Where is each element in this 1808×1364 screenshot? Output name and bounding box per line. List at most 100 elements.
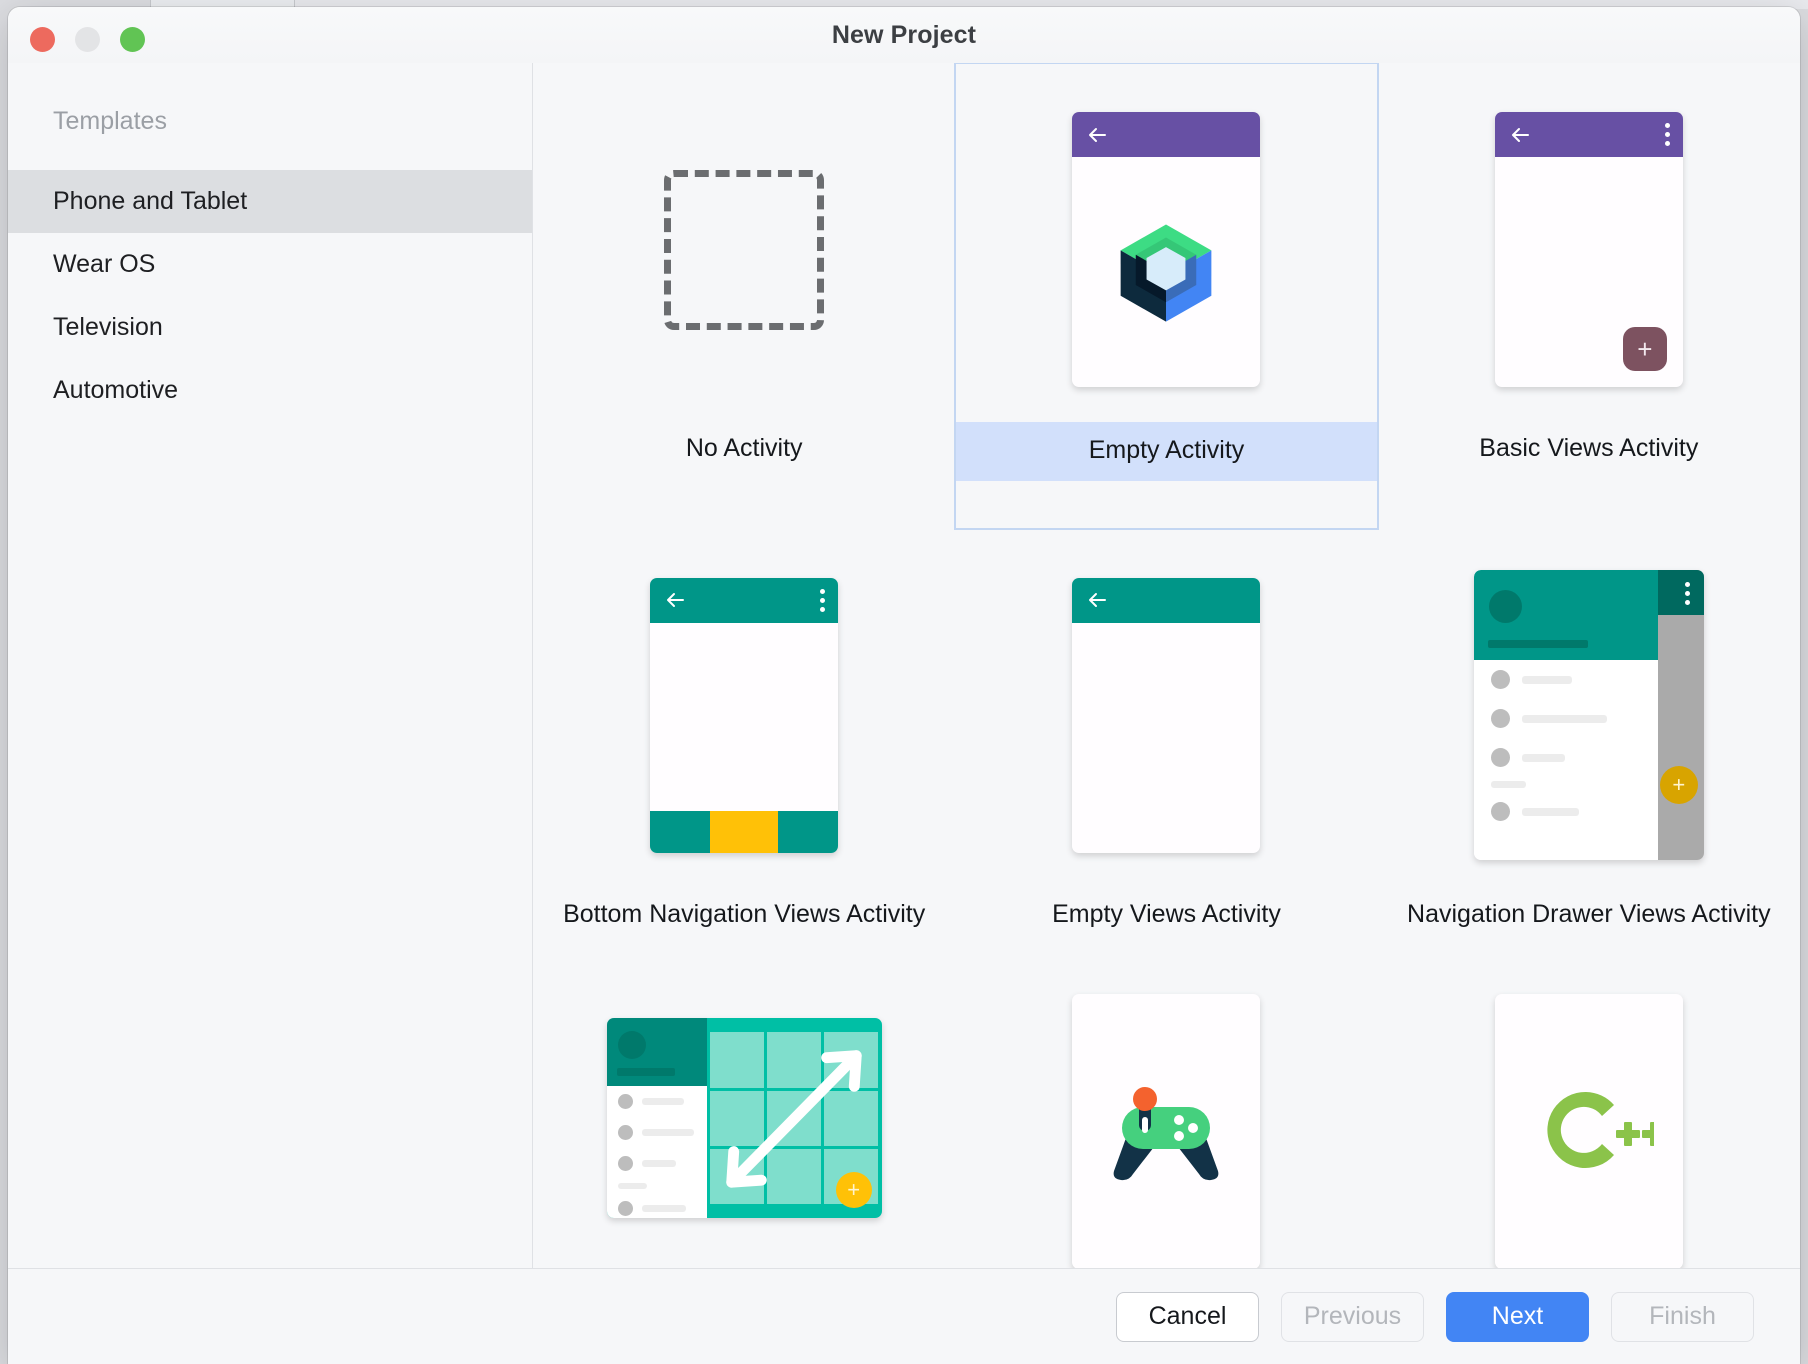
sidebar-heading: Templates: [8, 63, 532, 136]
side-nav-item-icon: [618, 1125, 633, 1140]
thumbnail: +: [1378, 543, 1800, 888]
template-label: Empty Views Activity: [955, 888, 1377, 929]
back-arrow-icon: [663, 588, 687, 612]
drawer-item-label: [1522, 715, 1607, 723]
app-bar: [1495, 112, 1683, 157]
floating-action-button: +: [1623, 327, 1667, 371]
sidebar-item-television[interactable]: Television: [8, 296, 532, 359]
thumbnail: +: [533, 990, 955, 1220]
finish-button[interactable]: Finish: [1611, 1292, 1754, 1342]
template-card-no-activity[interactable]: No Activity: [533, 63, 955, 529]
floating-action-button: +: [1660, 766, 1698, 804]
side-nav-header: [607, 1018, 707, 1086]
side-navigation: [607, 1018, 707, 1218]
overflow-menu-icon: [820, 589, 825, 612]
drawer-item-icon: [1491, 670, 1510, 689]
thumbnail: +: [1378, 77, 1800, 422]
side-nav-item: [607, 1117, 707, 1148]
template-card-game-activity[interactable]: [955, 976, 1377, 1268]
side-nav-item-label: [642, 1205, 686, 1212]
template-card-bottom-navigation-views-activity[interactable]: Bottom Navigation Views Activity: [533, 529, 955, 977]
cpp-logo-icon: [1524, 1082, 1654, 1182]
new-project-dialog: New Project Templates Phone and Tablet W…: [8, 7, 1800, 1364]
phone-preview: +: [1474, 570, 1704, 860]
bottom-navigation-bar: [650, 811, 838, 853]
template-label: Bottom Navigation Views Activity: [533, 888, 955, 929]
template-grid: No Activity: [533, 63, 1800, 1268]
sidebar-item-label: Automotive: [53, 376, 178, 405]
drawer-app-bar-strip: [1658, 570, 1704, 615]
sidebar-item-wear-os[interactable]: Wear OS: [8, 233, 532, 296]
avatar: [1489, 590, 1522, 623]
back-arrow-icon: [1085, 588, 1109, 612]
sidebar-item-automotive[interactable]: Automotive: [8, 359, 532, 422]
app-bar: [1072, 112, 1260, 157]
thumbnail: [955, 543, 1377, 888]
navigation-drawer: [1474, 570, 1658, 860]
template-card-basic-views-activity[interactable]: + Basic Views Activity: [1378, 63, 1800, 529]
title-bar: New Project: [8, 7, 1800, 63]
drawer-item-label: [1522, 754, 1565, 762]
overflow-menu-icon: [1665, 123, 1670, 146]
thumbnail: [533, 77, 955, 422]
side-nav-item-label: [642, 1129, 694, 1136]
side-nav-header-bar: [617, 1068, 675, 1076]
side-nav-item: [607, 1148, 707, 1179]
side-nav-item: [607, 1086, 707, 1117]
next-button[interactable]: Next: [1446, 1292, 1589, 1342]
cancel-button[interactable]: Cancel: [1116, 1292, 1259, 1342]
side-nav-item: [607, 1193, 707, 1218]
jetpack-compose-logo-icon: [1112, 218, 1220, 326]
phone-preview: [1495, 994, 1683, 1268]
sidebar-list: Phone and Tablet Wear OS Television Auto…: [8, 170, 532, 422]
app-bar: [1072, 578, 1260, 623]
drawer-item: [1474, 738, 1658, 777]
phone-preview: [1072, 112, 1260, 387]
phone-preview: [1072, 994, 1260, 1268]
sidebar-item-label: Phone and Tablet: [53, 187, 247, 216]
drawer-item: [1474, 660, 1658, 699]
back-arrow-icon: [1085, 123, 1109, 147]
template-label: No Activity: [533, 422, 955, 463]
dashed-placeholder-icon: [664, 170, 824, 330]
game-controller-icon: [1106, 1079, 1226, 1184]
side-nav-item-icon: [618, 1094, 633, 1109]
back-arrow-icon: [1508, 123, 1532, 147]
app-bar: [650, 578, 838, 623]
template-label: Basic Views Activity: [1378, 422, 1800, 463]
template-label: Navigation Drawer Views Activity: [1378, 888, 1800, 929]
thumbnail: [1378, 990, 1800, 1220]
avatar: [618, 1031, 646, 1059]
overflow-menu-icon: [1685, 582, 1690, 605]
phone-preview: +: [1495, 112, 1683, 387]
drawer-item-icon: [1491, 748, 1510, 767]
window-title: New Project: [8, 21, 1800, 50]
template-card-native-cpp[interactable]: [1378, 976, 1800, 1268]
drawer-item: [1474, 792, 1658, 831]
side-nav-item-icon: [618, 1156, 633, 1171]
thumbnail: [955, 77, 1377, 422]
template-gallery[interactable]: No Activity: [533, 63, 1800, 1268]
dialog-body: Templates Phone and Tablet Wear OS Telev…: [8, 63, 1800, 1268]
template-card-responsive-views-activity[interactable]: +: [533, 976, 955, 1268]
drawer-divider: [1491, 781, 1526, 788]
sidebar-item-phone-and-tablet[interactable]: Phone and Tablet: [8, 170, 532, 233]
drawer-item-icon: [1491, 709, 1510, 728]
side-nav-item-label: [642, 1160, 676, 1167]
phone-preview: [1072, 578, 1260, 853]
drawer-item-label: [1522, 808, 1579, 816]
template-card-empty-views-activity[interactable]: Empty Views Activity: [955, 529, 1377, 977]
drawer-header-bar: [1488, 640, 1588, 648]
thumbnail: [533, 543, 955, 888]
drawer-header: [1474, 570, 1658, 660]
floating-action-button: +: [836, 1172, 872, 1208]
templates-sidebar: Templates Phone and Tablet Wear OS Telev…: [8, 63, 533, 1268]
side-nav-divider: [618, 1183, 647, 1189]
template-card-navigation-drawer-views-activity[interactable]: +: [1378, 529, 1800, 977]
sidebar-item-label: Television: [53, 313, 163, 342]
template-card-empty-activity[interactable]: Empty Activity: [955, 63, 1377, 529]
dialog-footer: Cancel Previous Next Finish: [8, 1268, 1800, 1364]
previous-button[interactable]: Previous: [1281, 1292, 1424, 1342]
side-nav-item-icon: [618, 1201, 633, 1216]
side-nav-item-label: [642, 1098, 684, 1105]
